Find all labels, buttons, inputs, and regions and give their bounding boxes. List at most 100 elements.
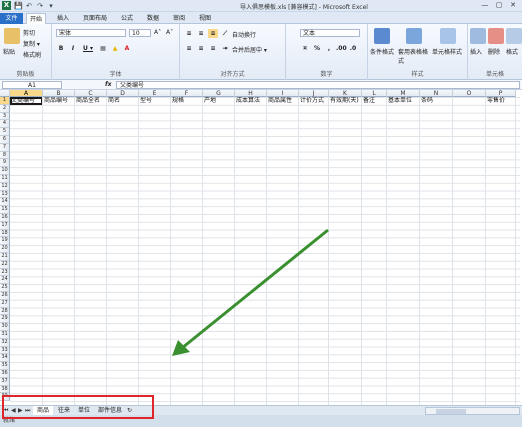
column-header-h[interactable]: H: [235, 90, 267, 97]
column-header-p[interactable]: P: [486, 90, 516, 97]
close-icon[interactable]: ✕: [506, 0, 520, 11]
cell-styles-icon[interactable]: [440, 28, 456, 44]
row-header-11[interactable]: 11: [0, 175, 10, 183]
header-cell[interactable]: 简名: [107, 97, 139, 105]
cut-button[interactable]: 剪切: [23, 28, 35, 37]
column-header-d[interactable]: D: [107, 90, 139, 97]
header-cell[interactable]: 条码: [420, 97, 453, 105]
column-header-n[interactable]: N: [420, 90, 453, 97]
indent-icon[interactable]: ⇥: [220, 44, 230, 53]
maximize-icon[interactable]: ▢: [492, 0, 506, 11]
redo-icon[interactable]: ↷: [36, 2, 44, 10]
header-cell[interactable]: 商品编号: [43, 97, 75, 105]
row-header-12[interactable]: 12: [0, 182, 10, 191]
decrease-decimal-button[interactable]: .0: [348, 44, 358, 53]
row-header-8[interactable]: 8: [0, 151, 10, 160]
border-icon[interactable]: ▦: [98, 44, 108, 53]
row-header-31[interactable]: 31: [0, 331, 10, 339]
row-header-19[interactable]: 19: [0, 237, 10, 246]
row-header-34[interactable]: 34: [0, 354, 10, 363]
format-cells-button[interactable]: 格式: [506, 47, 518, 56]
tab-insert[interactable]: 插入: [54, 13, 72, 24]
header-cell[interactable]: 计价方式: [299, 97, 329, 105]
font-color-icon[interactable]: A: [122, 44, 132, 53]
row-header-25[interactable]: 25: [0, 284, 10, 292]
row-header-14[interactable]: 14: [0, 198, 10, 207]
row-header-24[interactable]: 24: [0, 276, 10, 285]
align-top-icon[interactable]: ≡: [184, 29, 194, 38]
insert-function-icon[interactable]: fx: [105, 81, 111, 88]
tab-page-layout[interactable]: 页面布局: [80, 13, 110, 24]
column-header-e[interactable]: E: [139, 90, 171, 97]
grow-font-button[interactable]: A˄: [154, 29, 161, 36]
row-header-37[interactable]: 37: [0, 377, 10, 386]
align-left-icon[interactable]: ≡: [184, 44, 194, 53]
column-header-c[interactable]: C: [75, 90, 107, 97]
header-cell[interactable]: 型号: [139, 97, 171, 105]
align-bottom-icon[interactable]: ≡: [208, 29, 218, 38]
column-header-m[interactable]: M: [387, 90, 420, 97]
format-painter-button[interactable]: 格式刷: [23, 50, 41, 59]
header-cell[interactable]: 规格: [171, 97, 203, 105]
align-middle-icon[interactable]: ≡: [196, 29, 206, 38]
row-header-7[interactable]: 7: [0, 143, 10, 152]
delete-cells-button[interactable]: 删除: [488, 47, 500, 56]
row-header-23[interactable]: 23: [0, 268, 10, 277]
header-cell[interactable]: 基本单位: [387, 97, 420, 105]
scroll-thumb[interactable]: [436, 409, 466, 414]
comma-button[interactable]: ,: [324, 44, 334, 53]
column-header-l[interactable]: L: [362, 90, 387, 97]
row-header-5[interactable]: 5: [0, 128, 10, 136]
conditional-format-button[interactable]: 条件格式: [370, 47, 394, 56]
paste-button[interactable]: 粘贴: [3, 47, 15, 56]
excel-app-icon[interactable]: X: [2, 1, 11, 10]
delete-cells-icon[interactable]: [488, 28, 504, 44]
header-cell[interactable]: 零售价: [486, 97, 516, 105]
column-header-o[interactable]: O: [453, 90, 486, 97]
row-header-20[interactable]: 20: [0, 245, 10, 253]
row-header-9[interactable]: 9: [0, 159, 10, 168]
row-header-35[interactable]: 35: [0, 362, 10, 370]
row-header-13[interactable]: 13: [0, 190, 10, 199]
shrink-font-button[interactable]: A˅: [166, 29, 173, 36]
align-right-icon[interactable]: ≡: [208, 44, 218, 53]
table-format-icon[interactable]: [406, 28, 422, 44]
worksheet-grid[interactable]: A B C D E F G H I J K L M N O P 父类编号 商品编号 商品全名 简名 型号 规格 产地 成本算法…: [0, 90, 520, 405]
column-header-i[interactable]: I: [267, 90, 299, 97]
insert-cells-button[interactable]: 插入: [470, 47, 482, 56]
column-header-g[interactable]: G: [203, 90, 235, 97]
tab-data[interactable]: 数据: [144, 13, 162, 24]
row-header-15[interactable]: 15: [0, 206, 10, 214]
italic-button[interactable]: I: [68, 44, 78, 53]
minimize-icon[interactable]: —: [478, 0, 492, 11]
column-header-b[interactable]: B: [43, 90, 75, 97]
customize-qat-icon[interactable]: ▾: [47, 2, 55, 10]
row-header-27[interactable]: 27: [0, 299, 10, 308]
row-header-4[interactable]: 4: [0, 120, 10, 129]
name-box[interactable]: A1: [2, 81, 62, 89]
row-header-26[interactable]: 26: [0, 292, 10, 300]
tab-home[interactable]: 开始: [26, 13, 47, 24]
column-header-k[interactable]: K: [329, 90, 362, 97]
column-header-j[interactable]: J: [299, 90, 329, 97]
header-cell[interactable]: 父类编号: [10, 97, 43, 105]
header-cell[interactable]: 商品全名: [75, 97, 107, 105]
tab-view[interactable]: 视图: [196, 13, 214, 24]
horizontal-scrollbar[interactable]: [425, 407, 520, 415]
row-header-33[interactable]: 33: [0, 346, 10, 355]
cell-styles-button[interactable]: 单元格样式: [432, 47, 462, 56]
row-header-16[interactable]: 16: [0, 214, 10, 222]
formula-input[interactable]: 父类编号: [116, 81, 520, 89]
header-cell[interactable]: 产地: [203, 97, 235, 105]
header-cell[interactable]: 备注: [362, 97, 387, 105]
save-icon[interactable]: 💾: [14, 2, 23, 10]
row-header-30[interactable]: 30: [0, 323, 10, 331]
merge-center-button[interactable]: 合并后居中 ▾: [232, 45, 267, 54]
align-center-icon[interactable]: ≡: [196, 44, 206, 53]
number-format-select[interactable]: 文本: [300, 29, 360, 37]
row-header-17[interactable]: 17: [0, 221, 10, 230]
conditional-format-icon[interactable]: [374, 28, 390, 44]
font-name-select[interactable]: 宋体: [56, 29, 126, 37]
row-header-1[interactable]: 1: [0, 97, 10, 105]
row-header-28[interactable]: 28: [0, 307, 10, 316]
